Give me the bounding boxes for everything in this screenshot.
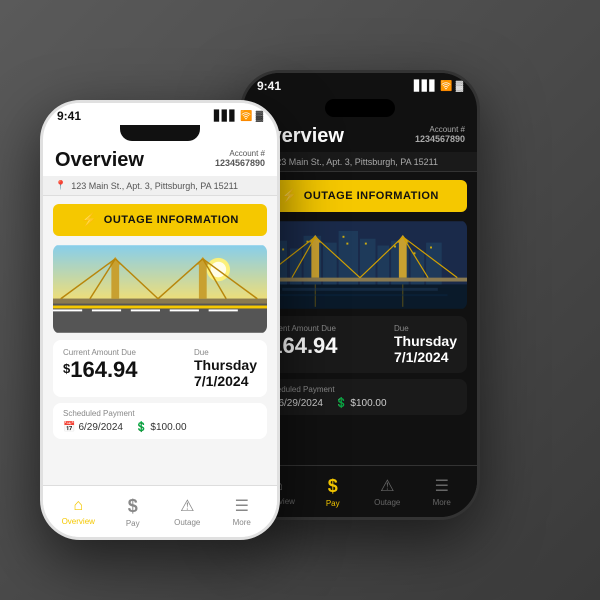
outage-icon-white: ⚠: [180, 496, 194, 516]
nav-pay-label-black: Pay: [326, 499, 340, 508]
nav-overview-white[interactable]: ⌂ Overview: [51, 497, 106, 526]
wifi-icon-white: 🛜: [240, 111, 252, 122]
sched-date-value-black: 6/29/2024: [278, 398, 323, 409]
due-block-white: Due Thursday 7/1/2024: [194, 348, 257, 389]
sched-dollar-icon-white: 💲: [135, 422, 147, 433]
status-bar-black: 9:41 ▋▋▋ 🛜 ▓: [243, 73, 477, 95]
status-bar-white: 9:41 ▋▋▋ 🛜 ▓: [43, 103, 277, 125]
sched-dollar-icon-black: 💲: [335, 398, 347, 409]
nav-overview-label-white: Overview: [62, 517, 95, 526]
bottom-nav-white: ⌂ Overview $ Pay ⚠ Outage ☰ More: [43, 485, 277, 537]
account-label-black: Account #: [415, 125, 465, 134]
calendar-icon-white: 📅: [63, 422, 75, 433]
address-text-white: 123 Main St., Apt. 3, Pittsburgh, PA 152…: [71, 181, 238, 191]
amount-number-black: 164.94: [270, 333, 337, 358]
nav-more-label-white: More: [233, 518, 251, 527]
signal-icon-white: ▋▋▋: [214, 111, 237, 122]
outage-banner-white[interactable]: ⚡ OUTAGE INFORMATION: [53, 204, 267, 236]
due-label-white: Due: [194, 348, 257, 357]
scheduled-row-white: 📅 6/29/2024 💲 $100.00: [63, 422, 257, 433]
sched-date-white: 📅 6/29/2024: [63, 422, 123, 433]
time-black: 9:41: [257, 79, 281, 93]
nav-more-white[interactable]: ☰ More: [215, 496, 270, 527]
outage-icon-black: ⚠: [380, 476, 394, 496]
scheduled-label-white: Scheduled Payment: [63, 409, 257, 418]
due-date-black: 7/1/2024: [394, 349, 457, 365]
amount-value-white: $164.94: [63, 357, 138, 383]
pay-icon-white: $: [128, 496, 138, 517]
scheduled-section-white: Scheduled Payment 📅 6/29/2024 💲 $100.00: [53, 403, 267, 439]
status-icons-white: ▋▋▋ 🛜 ▓: [214, 111, 263, 122]
scheduled-row-black: 📅 6/29/2024 💲 $100.00: [263, 398, 457, 409]
pay-icon-black: $: [328, 476, 338, 497]
address-bar-white: 📍 123 Main St., Apt. 3, Pittsburgh, PA 1…: [43, 176, 277, 196]
sched-amount-value-white: $100.00: [150, 422, 186, 433]
dynamic-island: [325, 99, 395, 117]
notch: [120, 125, 200, 141]
nav-more-label-black: More: [433, 498, 451, 507]
sched-amount-value-black: $100.00: [350, 398, 386, 409]
nav-outage-white[interactable]: ⚠ Outage: [160, 496, 215, 527]
sched-amount-black: 💲 $100.00: [335, 398, 387, 409]
lightning-icon-black: ⚡: [281, 188, 298, 204]
phones-container: 9:41 ▋▋▋ 🛜 ▓ Overview Account # 12345678…: [20, 20, 580, 580]
nav-pay-label-white: Pay: [126, 519, 140, 528]
account-number-black: 1234567890: [415, 134, 465, 144]
sched-amount-white: 💲 $100.00: [135, 422, 187, 433]
nav-pay-white[interactable]: $ Pay: [106, 496, 161, 528]
signal-icon: ▋▋▋: [414, 81, 437, 92]
due-day-white: Thursday: [194, 357, 257, 373]
app-title-white: Overview: [55, 149, 144, 172]
scheduled-section-black: Scheduled Payment 📅 6/29/2024 💲 $100.00: [253, 379, 467, 415]
time-white: 9:41: [57, 109, 81, 123]
wifi-icon: 🛜: [440, 81, 452, 92]
outage-text-white: OUTAGE INFORMATION: [104, 214, 239, 226]
amount-block-white: Current Amount Due $164.94: [63, 348, 138, 383]
amount-label-white: Current Amount Due: [63, 348, 138, 357]
battery-icon-white: ▓: [256, 111, 263, 122]
more-icon-white: ☰: [235, 496, 249, 516]
due-date-white: 7/1/2024: [194, 373, 257, 389]
due-block-black: Due Thursday 7/1/2024: [394, 324, 457, 365]
nav-outage-label-black: Outage: [374, 498, 400, 507]
lightning-icon-white: ⚡: [81, 212, 98, 228]
screen-white: Overview Account # 1234567890 📍 123 Main…: [43, 141, 277, 515]
due-day-black: Thursday: [394, 333, 457, 349]
bridge-image-white: [53, 244, 267, 334]
more-icon-black: ☰: [435, 476, 449, 496]
address-text-black: 123 Main St., Apt. 3, Pittsburgh, PA 152…: [271, 157, 438, 167]
app-header-white: Overview Account # 1234567890: [43, 141, 277, 176]
location-icon-white: 📍: [55, 180, 66, 191]
amount-number-white: 164.94: [70, 357, 137, 382]
account-label-white: Account #: [215, 149, 265, 158]
nav-outage-label-white: Outage: [174, 518, 200, 527]
sched-date-value-white: 6/29/2024: [78, 422, 123, 433]
battery-icon: ▓: [456, 81, 463, 92]
outage-banner-black[interactable]: ⚡ OUTAGE INFORMATION: [253, 180, 467, 212]
status-icons-black: ▋▋▋ 🛜 ▓: [414, 81, 463, 92]
account-info-white: Account # 1234567890: [215, 149, 265, 168]
scheduled-label-black: Scheduled Payment: [263, 385, 457, 394]
due-label-black: Due: [394, 324, 457, 333]
account-number-white: 1234567890: [215, 158, 265, 168]
billing-section-black: Current Amount Due $164.94 Due Thursday …: [253, 316, 467, 373]
nav-more-black[interactable]: ☰ More: [415, 476, 470, 507]
phone-white: 9:41 ▋▋▋ 🛜 ▓ Overview Account # 12345678…: [40, 100, 280, 540]
bridge-image-black: [253, 220, 467, 310]
home-icon-white: ⌂: [73, 497, 83, 515]
billing-section-white: Current Amount Due $164.94 Due Thursday …: [53, 340, 267, 397]
nav-pay-black[interactable]: $ Pay: [306, 476, 361, 508]
outage-text-black: OUTAGE INFORMATION: [304, 190, 439, 202]
nav-outage-black[interactable]: ⚠ Outage: [360, 476, 415, 507]
account-info-black: Account # 1234567890: [415, 125, 465, 144]
